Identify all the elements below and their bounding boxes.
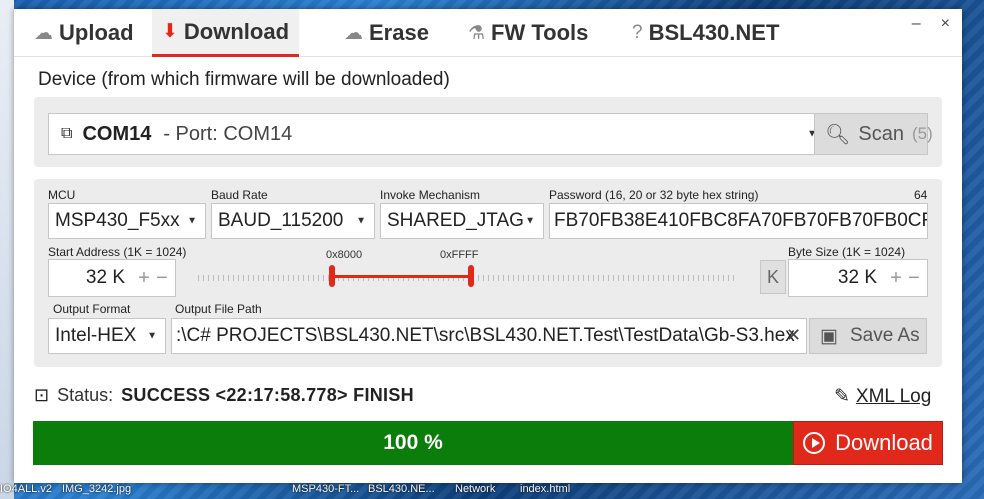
minimize-button[interactable]: – [912, 15, 921, 33]
tab-label: FW Tools [491, 20, 589, 45]
desktop-icon-label[interactable]: MSP430-FT... [292, 483, 359, 495]
desktop-icon-label[interactable]: Network [455, 483, 495, 495]
byte-size-value: 32 K [837, 267, 877, 288]
desktop-icon-label[interactable]: IMG_3242.jpg [62, 483, 131, 495]
range-start-handle[interactable] [329, 265, 335, 287]
status-label: Status: [57, 385, 114, 405]
mcu-value: MSP430_F5xx [55, 210, 180, 231]
play-icon [803, 432, 826, 454]
chevron-down-icon: ▼ [356, 215, 366, 227]
invoke-label: Invoke Mechanism [380, 188, 481, 202]
scan-label: Scan [858, 122, 904, 145]
tab-download[interactable]: ⬇ Download [152, 9, 300, 57]
start-address-value: 32 K [85, 267, 125, 288]
output-format-label: Output Format [53, 302, 131, 316]
scan-count: (5) [911, 124, 933, 143]
unit-toggle[interactable]: K [760, 260, 786, 294]
floppy-icon: ▣ [820, 325, 838, 347]
baud-value: BAUD_115200 [218, 210, 344, 231]
device-section-label: Device (from which firmware will be down… [38, 69, 450, 90]
desktop-left-strip [0, 0, 14, 499]
password-length: 64 [914, 188, 928, 202]
password-input[interactable]: FB70FB38E410FBC8FA70FB70FB70FB0CFA [549, 203, 928, 239]
progress-text: 100 % [383, 431, 443, 454]
device-select[interactable]: ⧉ COM14 - Port: COM14 ▼ [48, 113, 826, 155]
tab-bsl430-net[interactable]: ? BSL430.NET [622, 9, 789, 57]
start-address-stepper[interactable]: 32 K + − [48, 259, 176, 297]
baud-label: Baud Rate [211, 188, 268, 202]
desktop-icon-labels: IO4ALL.v2 IMG_3242.jpg MSP430-FT... BSL4… [0, 483, 984, 499]
output-path-value: :\C# PROJECTS\BSL430.NET\src\BSL430.NET.… [176, 325, 795, 346]
plus-icon[interactable]: + [137, 267, 151, 290]
invoke-select[interactable]: SHARED_JTAG ▼ [380, 203, 544, 239]
tab-fw-tools[interactable]: ⚗ FW Tools [458, 9, 598, 57]
desktop-icon-label[interactable]: IO4ALL.v2 [0, 483, 52, 495]
window-controls: – × [912, 15, 950, 33]
terminal-icon: ⊡ [34, 385, 50, 405]
byte-size-stepper[interactable]: 32 K + − [788, 259, 928, 297]
xml-log-link[interactable]: ✎ XML Log [834, 385, 931, 408]
byte-size-label: Byte Size (1K = 1024) [788, 245, 906, 259]
status-bar: ⊡ Status: SUCCESS <22:17:58.778> FINISH [34, 385, 414, 406]
start-address-label: Start Address (1K = 1024) [48, 245, 187, 259]
eraser-icon: ☁ [344, 22, 363, 44]
download-icon: ⬇ [162, 21, 178, 42]
device-name: COM14 [82, 122, 152, 145]
mcu-label: MCU [48, 188, 76, 202]
chevron-down-icon: ▼ [147, 330, 157, 342]
tab-bar: ☁ Upload ⬇ Download ☁ Erase ⚗ FW Tools ?… [14, 9, 962, 57]
status-message: SUCCESS <22:17:58.778> FINISH [121, 385, 414, 405]
xml-log-label: XML Log [855, 385, 932, 407]
network-icon: ⧉ [61, 125, 73, 142]
app-window: ☁ Upload ⬇ Download ☁ Erase ⚗ FW Tools ?… [14, 9, 962, 483]
mcu-select[interactable]: MSP430_F5xx ▼ [48, 203, 206, 239]
output-path-input[interactable]: :\C# PROJECTS\BSL430.NET\src\BSL430.NET.… [171, 318, 807, 354]
minus-icon[interactable]: − [155, 267, 169, 290]
tab-label: Upload [59, 20, 134, 45]
output-path-label: Output File Path [175, 302, 262, 316]
range-start-label: 0x8000 [326, 249, 363, 261]
scan-button[interactable]: 🔍︎ Scan (5) [814, 113, 933, 155]
minus-icon[interactable]: − [907, 267, 921, 290]
download-label: Download [835, 430, 933, 455]
log-icon: ✎ [834, 386, 850, 407]
output-format-select[interactable]: Intel-HEX ▼ [48, 318, 166, 354]
tab-label: Erase [369, 20, 429, 45]
help-icon: ? [632, 22, 643, 43]
chevron-down-icon: ▼ [187, 215, 197, 227]
cloud-upload-icon: ☁ [34, 22, 53, 44]
range-end-label: 0xFFFF [440, 249, 479, 261]
save-as-label: Save As [849, 325, 920, 346]
password-value: FB70FB38E410FBC8FA70FB70FB70FB0CFA [554, 210, 928, 231]
output-format-value: Intel-HEX [55, 325, 137, 346]
desktop-icon-label[interactable]: BSL430.NE... [368, 483, 435, 495]
tab-upload[interactable]: ☁ Upload [24, 9, 144, 57]
tab-label: Download [183, 18, 290, 44]
baud-select[interactable]: BAUD_115200 ▼ [211, 203, 375, 239]
invoke-value: SHARED_JTAG [387, 210, 524, 231]
tab-erase[interactable]: ☁ Erase [334, 9, 439, 57]
plus-icon[interactable]: + [889, 267, 903, 290]
flask-icon: ⚗ [468, 22, 486, 44]
desktop-icon-label[interactable]: index.html [520, 483, 570, 495]
clear-icon[interactable]: ✕ [786, 325, 801, 346]
close-button[interactable]: × [941, 15, 950, 33]
tab-label: BSL430.NET [648, 20, 780, 45]
download-button[interactable]: Download [793, 421, 943, 465]
chevron-down-icon: ▼ [525, 215, 535, 227]
save-as-button[interactable]: ▣ Save As [809, 318, 927, 354]
address-range-fill [330, 275, 472, 278]
progress-bar: 100 % [33, 421, 793, 465]
password-label: Password (16, 20 or 32 byte hex string) [549, 188, 759, 202]
device-port: - Port: COM14 [163, 122, 293, 145]
search-icon: 🔍︎ [825, 123, 851, 146]
range-end-handle[interactable] [468, 265, 474, 287]
